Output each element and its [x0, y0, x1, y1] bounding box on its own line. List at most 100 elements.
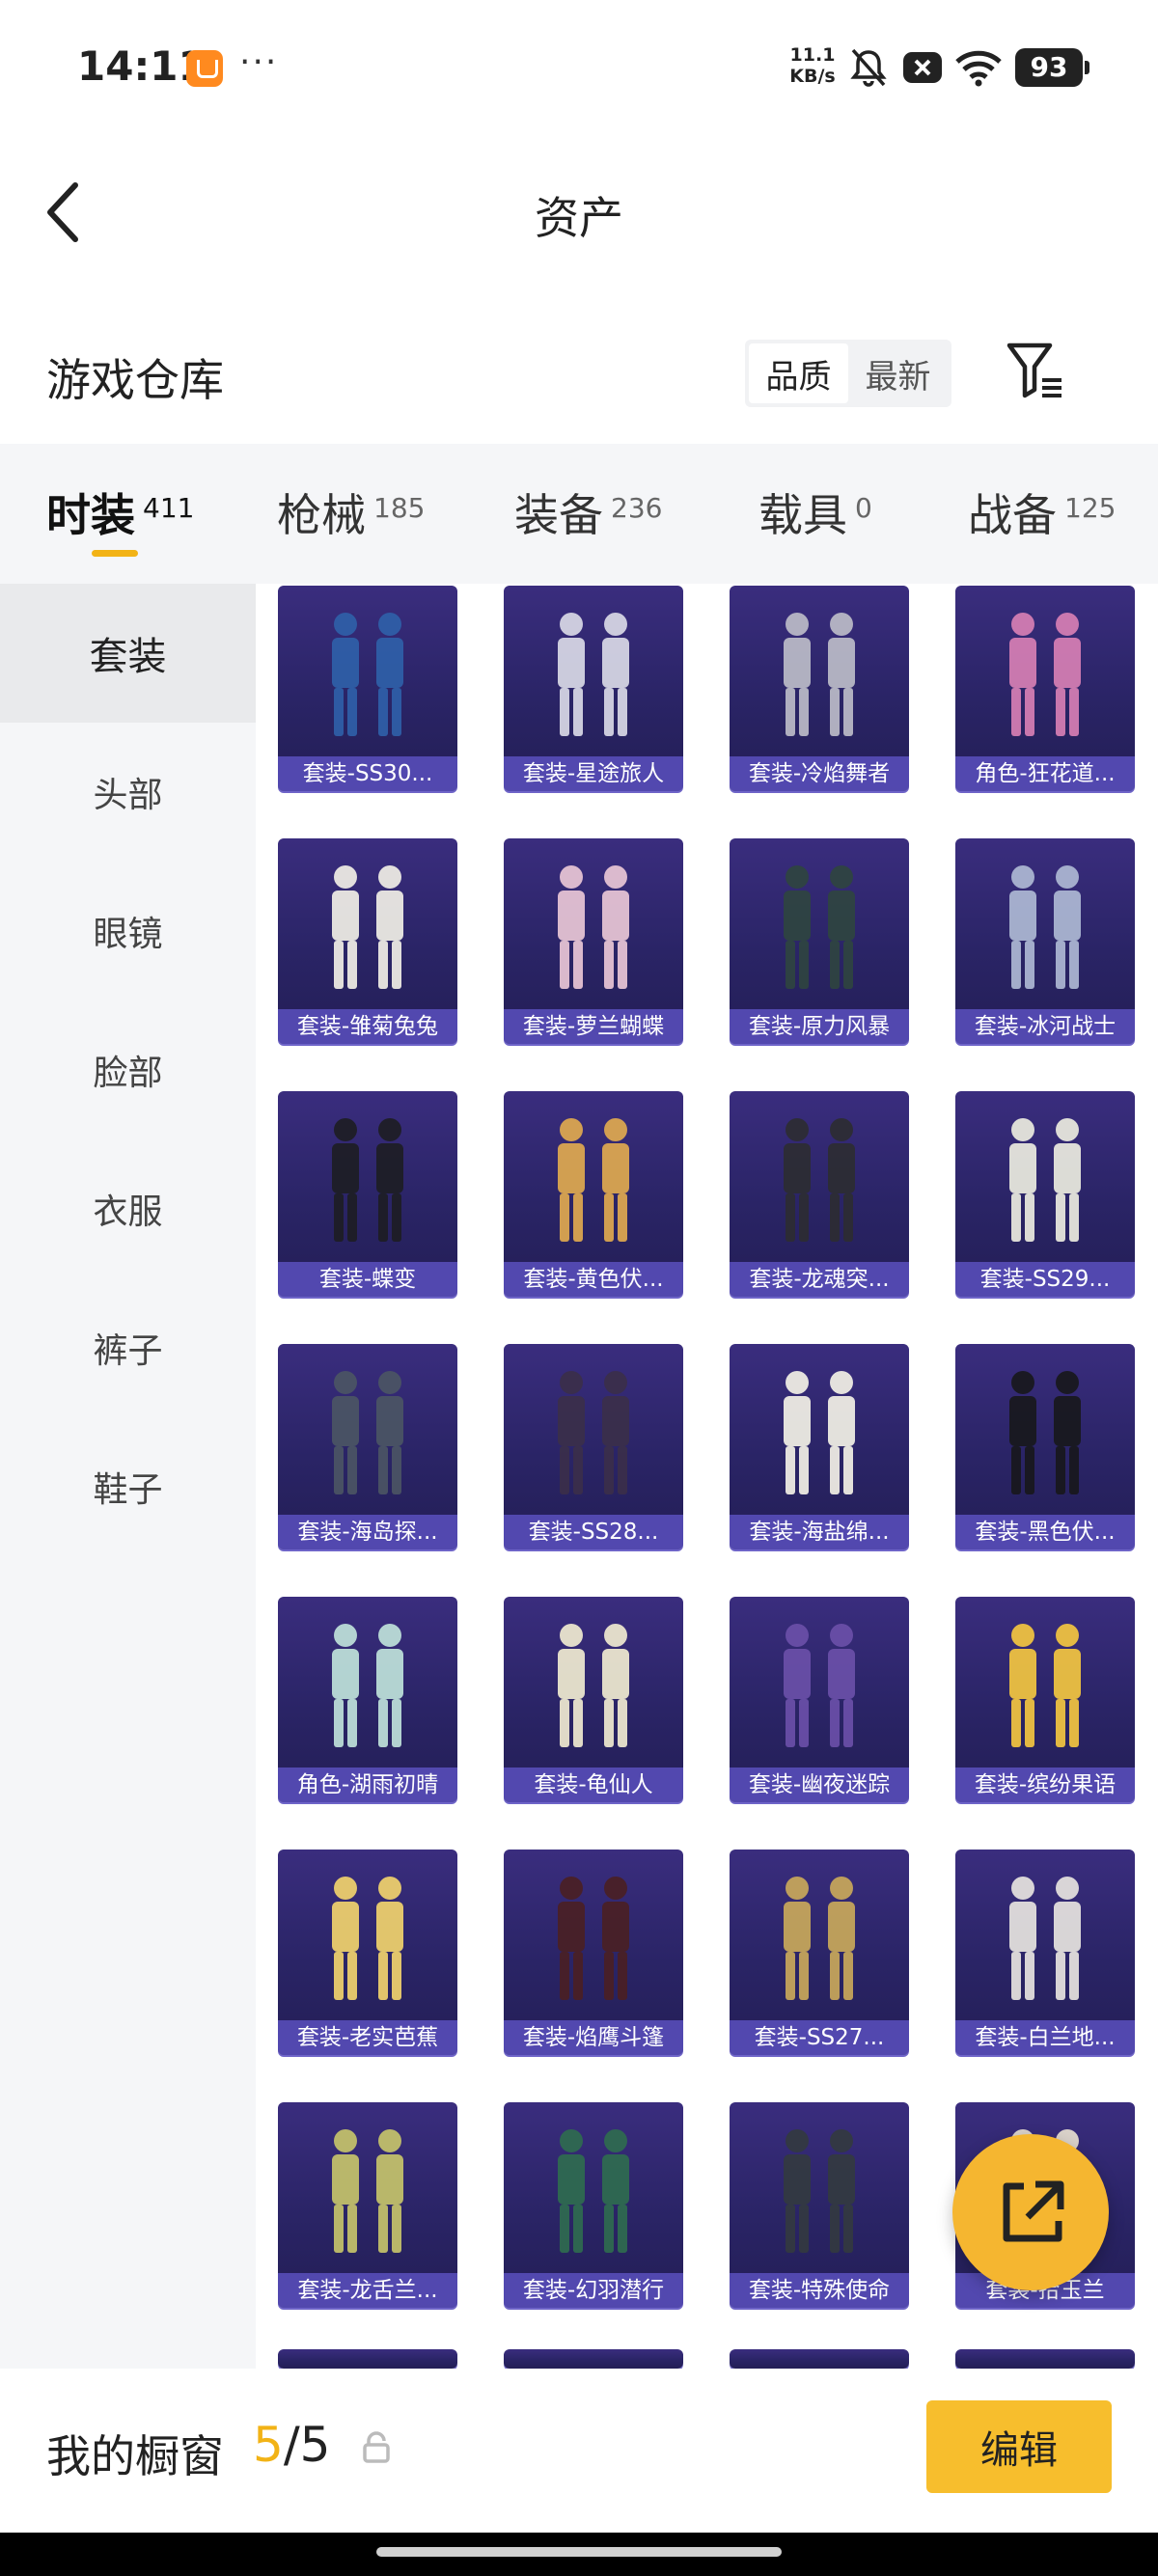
tab-firearms[interactable]: 枪械 185 [277, 480, 425, 544]
outfit-card[interactable]: 套装-原力风暴 [730, 838, 909, 1044]
outfit-figure-shape [830, 1371, 853, 1394]
outfit-card-partial[interactable] [730, 2349, 909, 2369]
outfit-figure-shape [392, 1193, 401, 1242]
outfit-figure-shape [558, 2154, 585, 2205]
network-speed-unit: KB/s [789, 66, 836, 87]
outfit-figure-shape [332, 638, 359, 688]
outfit-figure-shape [376, 891, 403, 941]
sidebar-item-pants[interactable]: 裤子 [0, 1278, 256, 1417]
outfit-thumbnail [332, 1371, 403, 1494]
outfit-figure-shape [573, 688, 583, 736]
outfit-card-partial[interactable] [955, 2349, 1135, 2369]
home-indicator[interactable] [376, 2547, 782, 2557]
outfit-figure-shape [828, 1396, 855, 1446]
outfit-card[interactable]: 套装-焰鹰斗篷 [504, 1850, 683, 2055]
outfit-card[interactable]: 角色-湖雨初晴 [278, 1597, 457, 1802]
outfit-figure-shape [799, 941, 809, 989]
outfit-card[interactable]: 套装-白兰地... [955, 1850, 1135, 2055]
outfit-figure-shape [828, 1902, 855, 1952]
outfit-thumbnail [558, 1877, 629, 2000]
outfit-card[interactable]: 套装-SS28... [504, 1344, 683, 1549]
outfit-figure-shape [392, 1699, 401, 1747]
outfit-card[interactable]: 套装-萝兰蝴蝶 [504, 838, 683, 1044]
outfit-name: 套装-幻羽潜行 [504, 2273, 683, 2308]
outfit-card[interactable]: 套装-冰河战士 [955, 838, 1135, 1044]
tab-fashion[interactable]: 时装 411 [46, 480, 194, 544]
share-button[interactable] [952, 2134, 1109, 2290]
sidebar-item-outfit[interactable]: 套装 [0, 584, 256, 723]
outfit-card[interactable]: 套装-龙舌兰... [278, 2102, 457, 2308]
outfit-figure-shape [347, 1952, 357, 2000]
outfit-card[interactable]: 套装-星途旅人 [504, 586, 683, 791]
filter-icon[interactable] [1004, 338, 1067, 405]
sidebar-item-shoes[interactable]: 鞋子 [0, 1417, 256, 1556]
outfit-figure-shape [1056, 1952, 1065, 2000]
outfit-card[interactable]: 套装-SS30... [278, 586, 457, 791]
outfit-thumbnail [784, 865, 855, 989]
outfit-thumbnail [1009, 1118, 1081, 1242]
outfit-figure-shape [1056, 1877, 1079, 1900]
outfit-card[interactable]: 套装-海盐绵... [730, 1344, 909, 1549]
outfit-figure-shape [560, 941, 569, 989]
edit-button[interactable]: 编辑 [926, 2400, 1112, 2493]
outfit-figure-shape [347, 1193, 357, 1242]
outfit-figure-shape [558, 1902, 585, 1952]
tab-vehicles[interactable]: 载具 0 [758, 480, 872, 544]
outfit-thumbnail [558, 1624, 629, 1747]
outfit-figure-shape [1056, 613, 1079, 636]
sidebar-item-head[interactable]: 头部 [0, 723, 256, 862]
outfit-card[interactable]: 套装-特殊使命 [730, 2102, 909, 2308]
more-notifications-indicator: ··· [239, 42, 279, 82]
outfit-card[interactable]: 套装-龟仙人 [504, 1597, 683, 1802]
outfit-name: 套装-蝶变 [278, 1262, 457, 1297]
outfit-card[interactable]: 套装-黑色伏... [955, 1344, 1135, 1549]
outfit-card[interactable]: 角色-狂花道... [955, 586, 1135, 791]
sort-option-quality[interactable]: 品质 [749, 343, 848, 403]
sidebar-item-clothes[interactable]: 衣服 [0, 1139, 256, 1278]
subcategory-sidebar: 套装 头部 眼镜 脸部 衣服 裤子 鞋子 [0, 584, 256, 2369]
outfit-figure-shape [334, 613, 357, 636]
outfit-card[interactable]: 套装-冷焰舞者 [730, 586, 909, 791]
outfit-card[interactable]: 套装-缤纷果语 [955, 1597, 1135, 1802]
outfit-figure-shape [618, 1952, 627, 2000]
sidebar-item-glasses[interactable]: 眼镜 [0, 862, 256, 1000]
outfit-card[interactable]: 套装-幽夜迷踪 [730, 1597, 909, 1802]
outfit-figure-shape [828, 2154, 855, 2205]
sort-option-newest[interactable]: 最新 [848, 343, 948, 403]
outfit-figure-shape [347, 1699, 357, 1747]
outfit-card[interactable]: 套装-雏菊兔兔 [278, 838, 457, 1044]
outfit-name: 套装-雏菊兔兔 [278, 1009, 457, 1044]
outfit-card[interactable]: 套装-海岛探... [278, 1344, 457, 1549]
outfit-figure-shape [334, 1118, 357, 1141]
outfit-figure-shape [334, 1193, 344, 1242]
status-bar: 14:11 ··· 11.1 KB/s 93 [0, 0, 1158, 135]
outfit-name: 套装-老实芭蕉 [278, 2020, 457, 2055]
outfit-thumbnail [784, 1371, 855, 1494]
outfit-figure-shape [784, 1396, 811, 1446]
sidebar-item-face[interactable]: 脸部 [0, 1000, 256, 1139]
outfit-card[interactable]: 套装-幻羽潜行 [504, 2102, 683, 2308]
outfit-card[interactable]: 套装-黄色伏... [504, 1091, 683, 1297]
outfit-figure-shape [830, 2205, 840, 2253]
outfit-figure-shape [786, 613, 809, 636]
outfit-figure-shape [573, 1699, 583, 1747]
tab-count: 0 [855, 492, 872, 524]
outfit-card[interactable]: 套装-龙魂突... [730, 1091, 909, 1297]
outfit-figure-shape [573, 2205, 583, 2253]
outfit-card[interactable]: 套装-SS27... [730, 1850, 909, 2055]
outfit-name: 角色-湖雨初晴 [278, 1768, 457, 1802]
outfit-card[interactable]: 套装-SS29... [955, 1091, 1135, 1297]
outfit-figure-shape [558, 1649, 585, 1699]
outfit-figure-shape [1011, 613, 1034, 636]
outfit-card-partial[interactable] [278, 2349, 457, 2369]
outfit-card-partial[interactable] [504, 2349, 683, 2369]
outfit-card[interactable]: 套装-老实芭蕉 [278, 1850, 457, 2055]
outfit-figure-shape [573, 1193, 583, 1242]
tab-equipment[interactable]: 装备 236 [514, 480, 662, 544]
outfit-name: 套装-萝兰蝴蝶 [504, 1009, 683, 1044]
outfit-figure-shape [378, 1877, 401, 1900]
outfit-figure-shape [334, 688, 344, 736]
outfit-figure-shape [1011, 688, 1021, 736]
outfit-card[interactable]: 套装-蝶变 [278, 1091, 457, 1297]
tab-supplies[interactable]: 战备 125 [968, 480, 1116, 544]
